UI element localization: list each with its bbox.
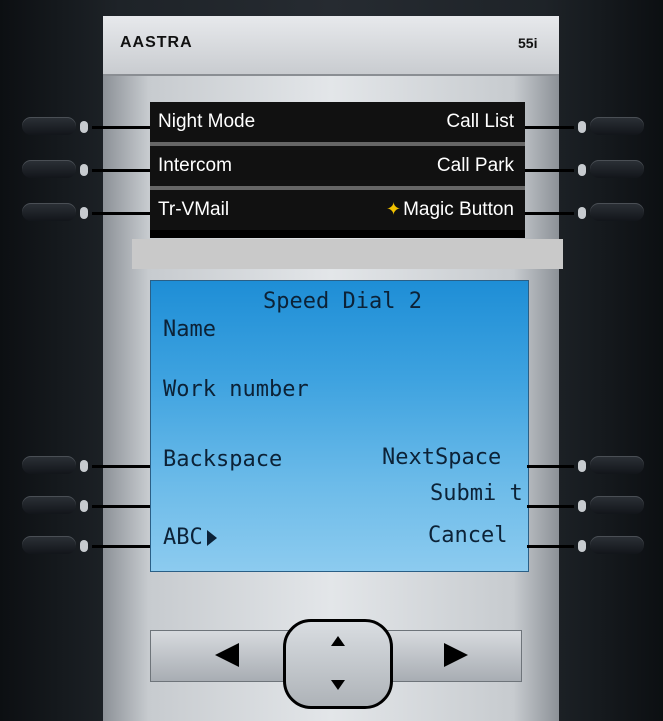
right-softkey-line-3: [525, 212, 574, 215]
left-screen-key-1[interactable]: [22, 456, 76, 474]
softkey-intercom[interactable]: Intercom: [158, 155, 232, 177]
right-softkey-led-3: [578, 207, 586, 219]
left-screen-line-3: [92, 545, 150, 548]
left-arrow-icon[interactable]: [215, 643, 239, 667]
brand-logo: AASTRA: [120, 34, 193, 51]
right-softkey-button-1[interactable]: [590, 117, 644, 135]
softkey-night-mode[interactable]: Night Mode: [158, 111, 255, 133]
right-arrow-icon[interactable]: [444, 643, 468, 667]
nextspace-option[interactable]: NextSpace: [382, 445, 501, 470]
down-arrow-icon[interactable]: [331, 680, 345, 690]
right-screen-line-2: [527, 505, 574, 508]
right-screen-key-2[interactable]: [590, 496, 644, 514]
softkey-call-list[interactable]: Call List: [446, 111, 514, 133]
screen-title: Speed Dial 2: [263, 289, 422, 314]
submit-option[interactable]: Submi t: [430, 481, 523, 506]
right-softkey-button-3[interactable]: [590, 203, 644, 221]
info-bar: [132, 239, 563, 269]
left-screen-line-2: [92, 505, 150, 508]
right-screen-line-1: [527, 465, 574, 468]
left-softkey-led-2: [80, 164, 88, 176]
cancel-option[interactable]: Cancel: [428, 523, 507, 548]
right-softkey-line-1: [525, 126, 574, 129]
backspace-option[interactable]: Backspace: [163, 447, 282, 472]
softkey-row-3: Tr-VMail ✦ Magic Button: [150, 190, 525, 230]
left-softkey-button-1[interactable]: [22, 117, 76, 135]
up-arrow-icon[interactable]: [331, 636, 345, 646]
softkey-tr-vmail[interactable]: Tr-VMail: [158, 199, 229, 221]
left-screen-line-1: [92, 465, 150, 468]
right-screen-key-1[interactable]: [590, 456, 644, 474]
left-screen-led-1: [80, 460, 88, 472]
left-softkey-led-1: [80, 121, 88, 133]
right-softkey-led-2: [578, 164, 586, 176]
model-label: 55i: [518, 35, 538, 51]
softkey-call-park[interactable]: Call Park: [437, 155, 514, 177]
left-softkey-button-2[interactable]: [22, 160, 76, 178]
field-name: Name: [163, 317, 216, 342]
field-work-number: Work number: [163, 377, 309, 402]
up-down-navigation-key[interactable]: [283, 619, 393, 709]
right-screen-led-3: [578, 540, 586, 552]
left-screen-led-2: [80, 500, 88, 512]
right-screen-line-3: [527, 545, 574, 548]
right-softkey-line-2: [525, 169, 574, 172]
magic-button-label: Magic Button: [403, 199, 514, 220]
softkey-magic-button[interactable]: ✦ Magic Button: [386, 199, 514, 221]
navigation-cluster: [150, 619, 522, 709]
lcd-screen: Speed Dial 2 Name Work number Backspace …: [150, 280, 529, 572]
right-screen-led-1: [578, 460, 586, 472]
magic-star-icon: ✦: [386, 199, 402, 219]
abc-option[interactable]: ABC: [163, 525, 217, 550]
right-softkey-led-1: [578, 121, 586, 133]
programmable-softkey-panel: Night Mode Call List Intercom Call Park …: [150, 102, 525, 238]
left-softkey-button-3[interactable]: [22, 203, 76, 221]
right-screen-key-3[interactable]: [590, 536, 644, 554]
left-screen-key-2[interactable]: [22, 496, 76, 514]
left-softkey-line-1: [92, 126, 150, 129]
right-arrow-icon: [206, 530, 217, 546]
left-softkey-led-3: [80, 207, 88, 219]
right-softkey-button-2[interactable]: [590, 160, 644, 178]
right-screen-led-2: [578, 500, 586, 512]
left-softkey-line-2: [92, 169, 150, 172]
abc-label: ABC: [163, 525, 203, 550]
softkey-row-2: Intercom Call Park: [150, 146, 525, 186]
left-softkey-line-3: [92, 212, 150, 215]
softkey-row-1: Night Mode Call List: [150, 102, 525, 142]
left-screen-led-3: [80, 540, 88, 552]
left-screen-key-3[interactable]: [22, 536, 76, 554]
